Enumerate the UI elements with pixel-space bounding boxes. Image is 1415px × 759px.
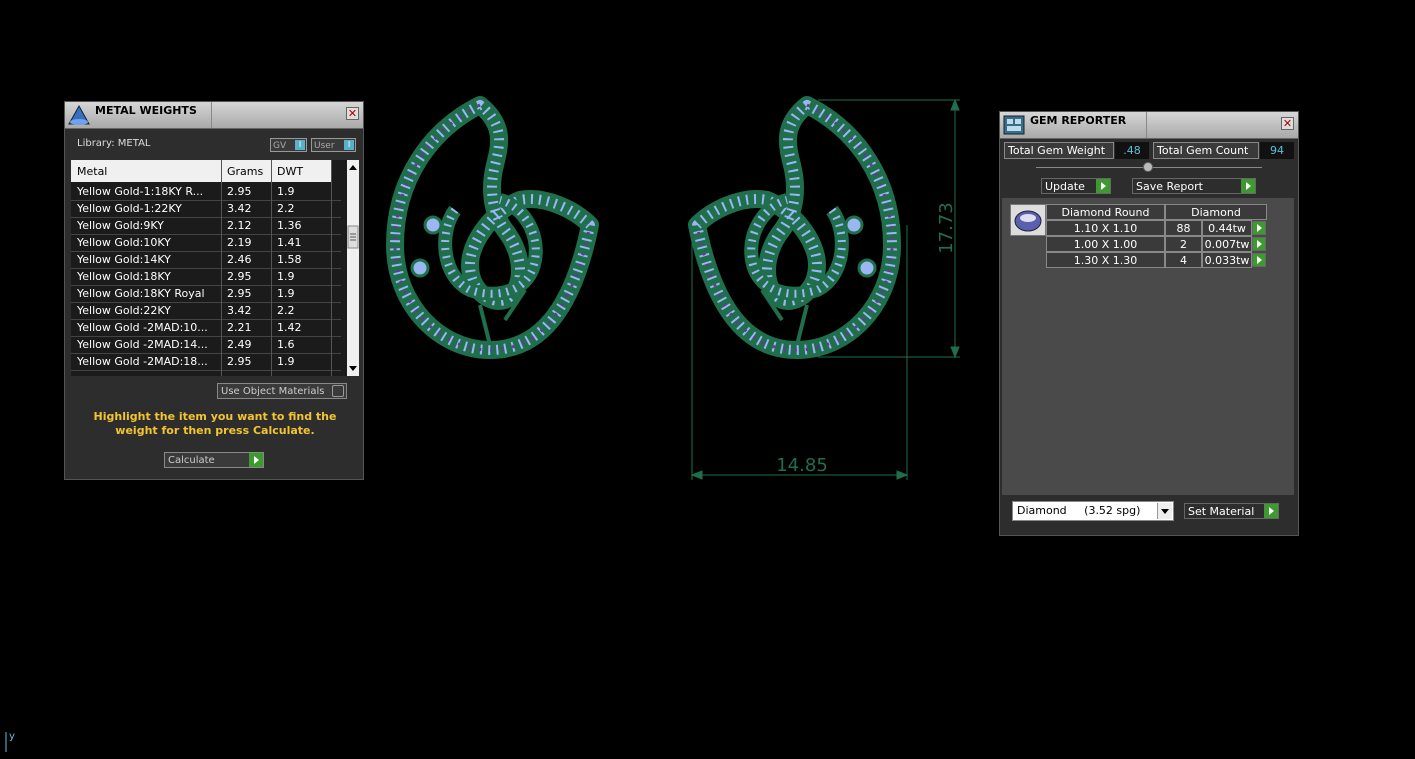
axis-indicator: y xyxy=(5,731,15,752)
gem-weight-cell: 0.007tw xyxy=(1202,236,1252,252)
set-material-button[interactable]: Set Material xyxy=(1184,503,1279,519)
gem-reporter-titlebar[interactable]: GEM REPORTER ✕ xyxy=(1000,112,1298,139)
gem-weight-cell: 0.44tw xyxy=(1202,220,1252,236)
total-gem-count-label: Total Gem Count xyxy=(1153,142,1259,159)
diamond-round-icon xyxy=(1010,204,1046,236)
gem-reporter-icon xyxy=(1002,114,1026,136)
material-select-value: Diamond (3.52 spg) xyxy=(1017,504,1141,517)
gem-table-header-material: Diamond xyxy=(1165,204,1267,220)
gem-count-cell: 2 xyxy=(1165,236,1202,252)
total-gem-count-value: 94 xyxy=(1260,142,1294,159)
chevron-down-icon[interactable] xyxy=(1157,503,1172,519)
save-report-button[interactable]: Save Report xyxy=(1132,178,1256,194)
close-icon[interactable]: ✕ xyxy=(1281,117,1294,130)
total-gem-weight-label: Total Gem Weight xyxy=(1004,142,1114,159)
play-icon xyxy=(1241,179,1255,193)
play-icon xyxy=(1096,179,1110,193)
gem-reporter-title: GEM REPORTER xyxy=(1030,114,1127,127)
earring-right-view xyxy=(697,105,892,350)
row-play-icon[interactable] xyxy=(1252,221,1266,235)
set-material-button-label: Set Material xyxy=(1188,505,1255,518)
gem-report-area: Diamond Round Diamond 1.10 X 1.10 88 0.44t… xyxy=(1002,198,1294,495)
total-gem-weight-value: .48 xyxy=(1115,142,1149,159)
gem-size-cell: 1.10 X 1.10 xyxy=(1046,220,1165,236)
row-play-icon[interactable] xyxy=(1252,253,1266,267)
gem-count-cell: 4 xyxy=(1165,252,1202,268)
material-select[interactable]: Diamond (3.52 spg) xyxy=(1012,501,1174,521)
gem-weight-cell: 0.033tw xyxy=(1202,252,1252,268)
row-play-icon[interactable] xyxy=(1252,237,1266,251)
splitter-handle[interactable] xyxy=(1143,162,1153,172)
gem-count-cell: 88 xyxy=(1165,220,1202,236)
update-button[interactable]: Update xyxy=(1041,178,1111,194)
play-icon xyxy=(1264,504,1278,518)
height-dimension-label: 17.73 xyxy=(936,202,957,254)
save-report-button-label: Save Report xyxy=(1136,180,1203,193)
gem-table-header-shape: Diamond Round xyxy=(1046,204,1165,220)
axis-y-label: y xyxy=(9,731,15,742)
gem-reporter-panel: GEM REPORTER ✕ Total Gem Weight .48 Tota… xyxy=(999,111,1299,536)
gem-size-cell: 1.00 X 1.00 xyxy=(1046,236,1165,252)
titlebar-divider xyxy=(1146,112,1147,138)
update-button-label: Update xyxy=(1045,180,1085,193)
width-dimension-label: 14.85 xyxy=(776,455,828,476)
gem-size-cell: 1.30 X 1.30 xyxy=(1046,252,1165,268)
earring-left-view xyxy=(395,105,590,350)
